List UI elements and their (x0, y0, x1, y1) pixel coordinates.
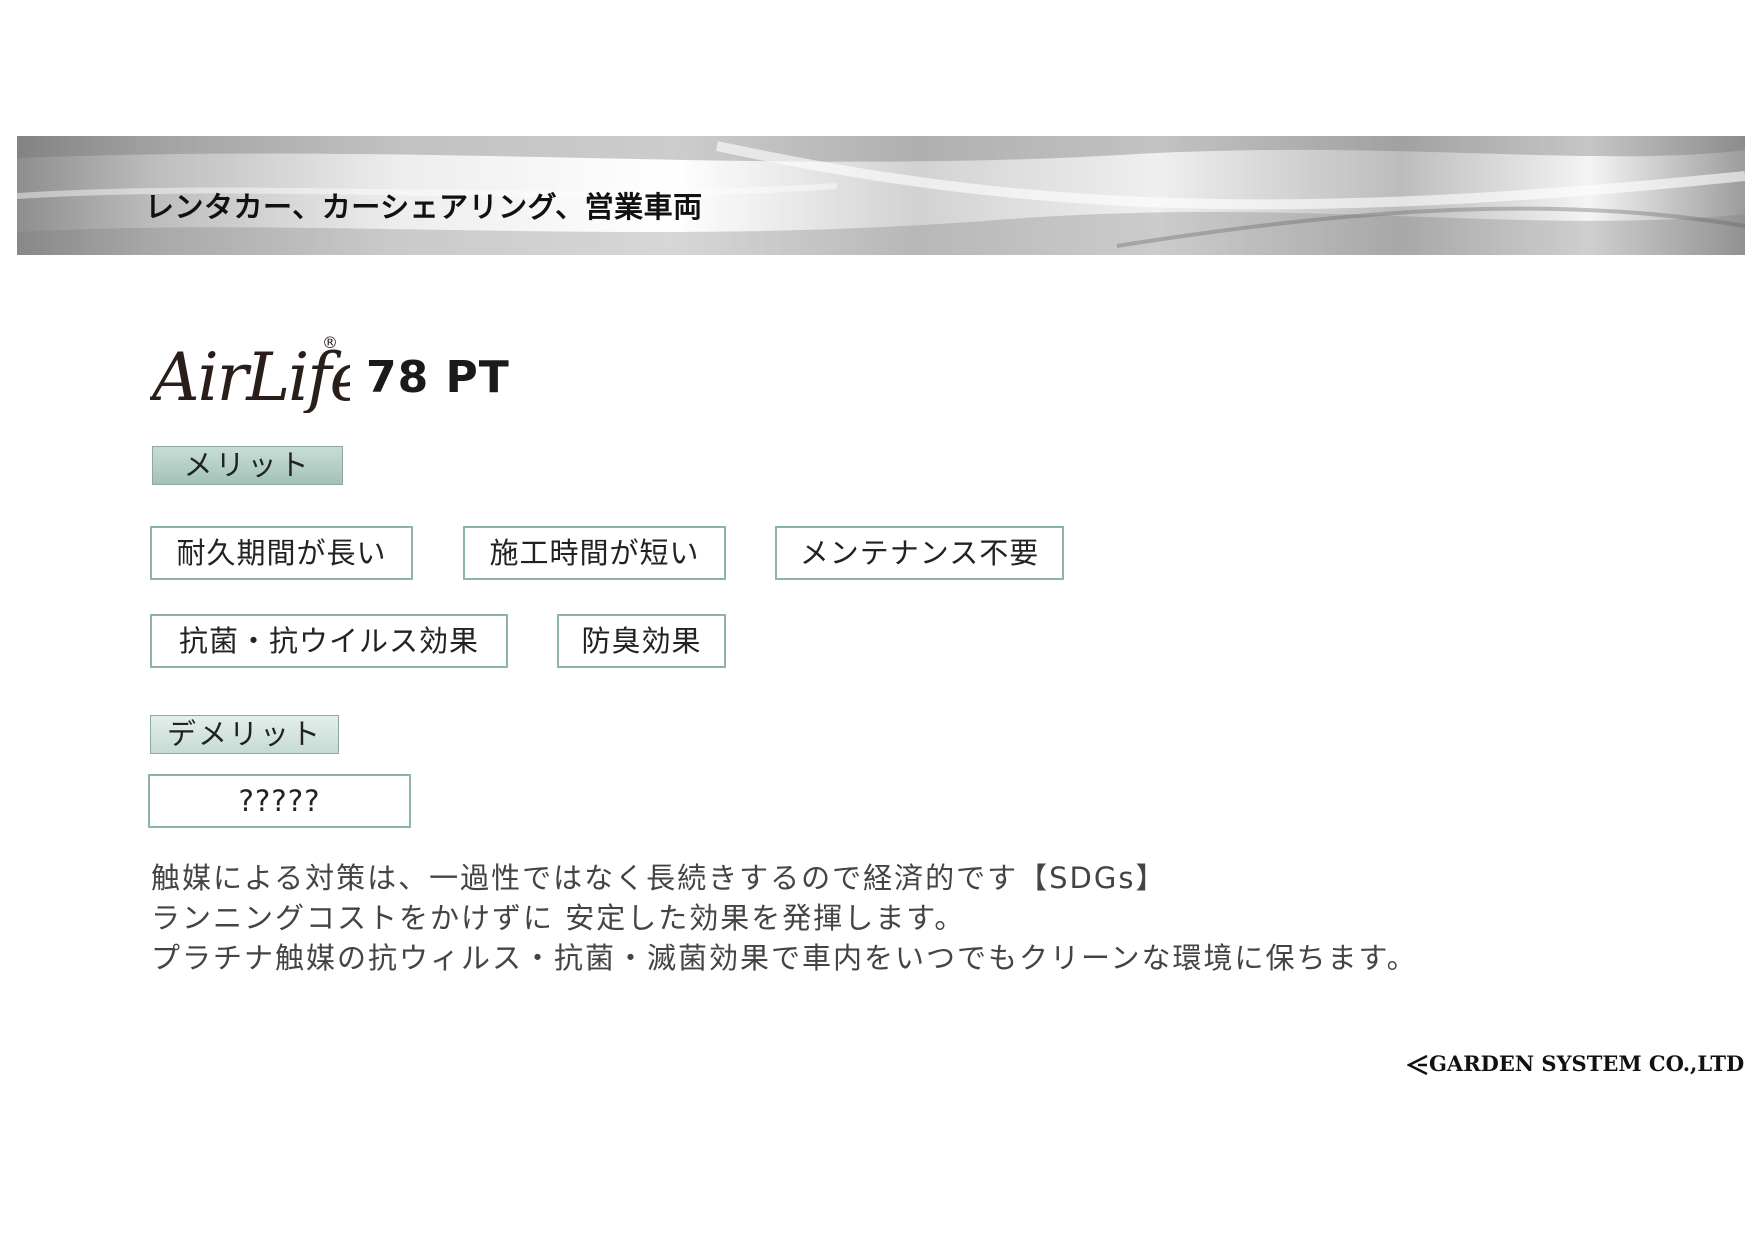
merit-tag-deodorize: 防臭効果 (557, 614, 726, 668)
description-line: プラチナ触媒の抗ウィルス・抗菌・滅菌効果で車内をいつでもクリーンな環境に保ちます… (151, 941, 1418, 975)
airlife-logo: AirLife ® (150, 333, 350, 413)
demerit-label: デメリット (150, 715, 339, 754)
product-name: 78 PT (366, 352, 510, 403)
company-name: GARDEN SYSTEM CO.,LTD (1429, 1051, 1745, 1076)
merit-tag-short-install: 施工時間が短い (463, 526, 726, 580)
banner-title: レンタカー、カーシェアリング、営業車両 (145, 190, 703, 224)
merit-tag-durability: 耐久期間が長い (150, 526, 413, 580)
registered-mark: ® (322, 333, 338, 352)
logo-brand-text: AirLife (150, 339, 350, 413)
description-text: 触媒による対策は、一過性ではなく長続きするので経済的です【SDGs】 ランニング… (151, 858, 1418, 978)
merit-label: メリット (152, 446, 343, 485)
merit-tag-antibacterial: 抗菌・抗ウイルス効果 (150, 614, 508, 668)
header-banner: レンタカー、カーシェアリング、営業車両 (17, 136, 1745, 255)
merit-tag-maintenance-free: メンテナンス不要 (775, 526, 1064, 580)
description-line: ランニングコストをかけずに 安定した効果を発揮します。 (151, 901, 966, 935)
demerit-tag: ????? (148, 774, 411, 828)
company-mark-icon (1407, 1054, 1428, 1076)
description-line: 触媒による対策は、一過性ではなく長続きするので経済的です【SDGs】 (151, 861, 1167, 895)
